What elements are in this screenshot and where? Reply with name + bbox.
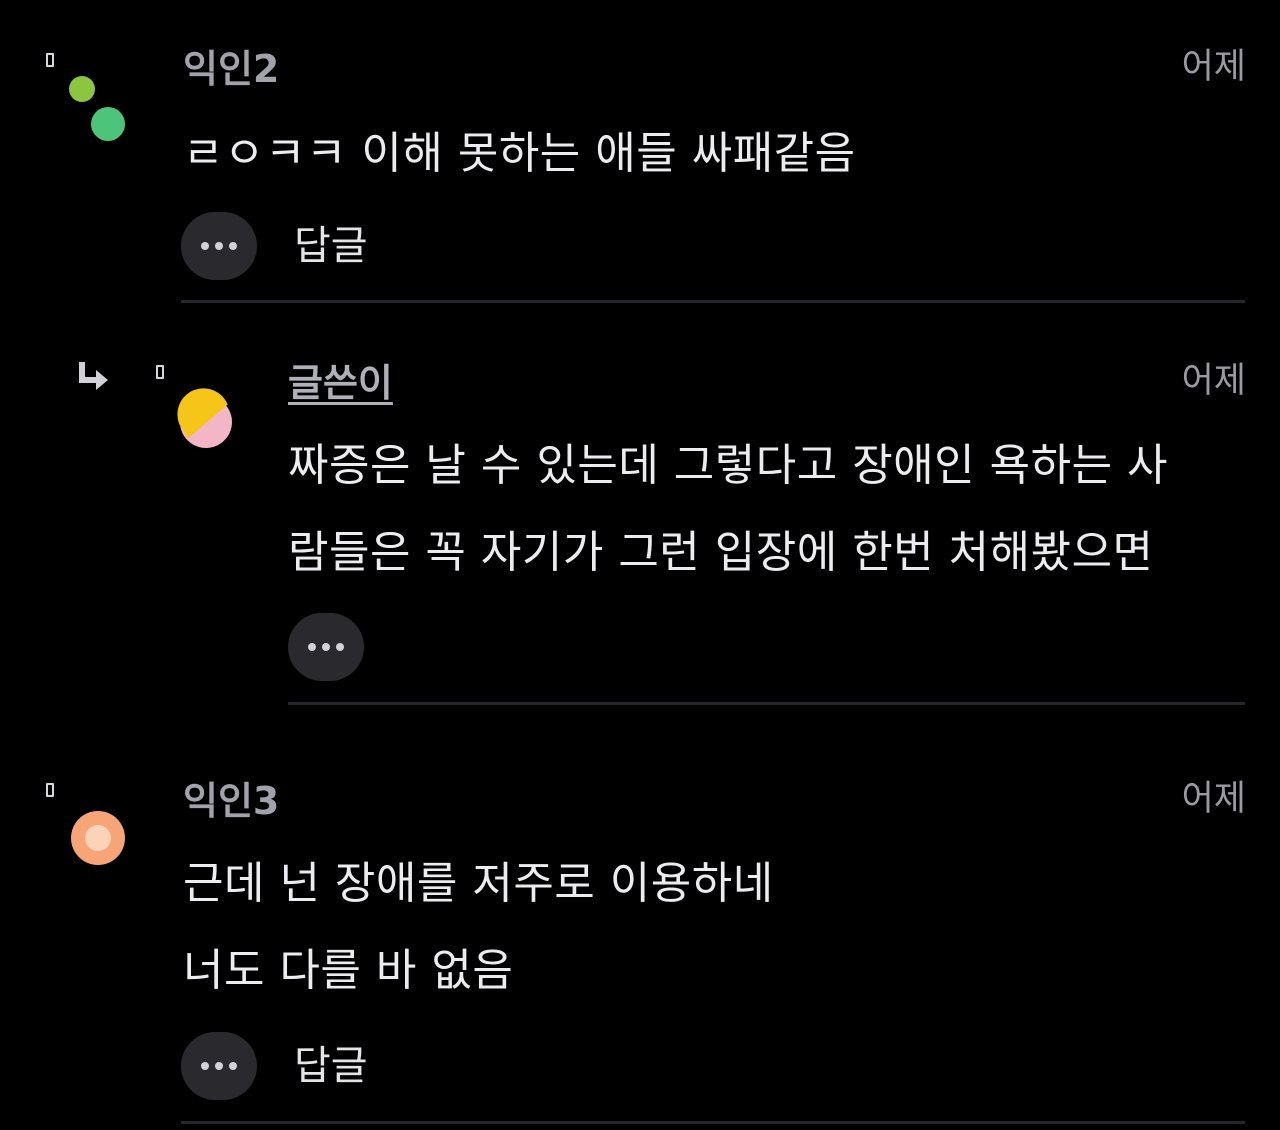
bookmark-marker-icon (46, 783, 54, 797)
reply-arrow-icon (79, 362, 108, 390)
divider (181, 300, 1245, 303)
avatar (69, 76, 125, 141)
reply-comment-item: 글쓴이 어제 짜증은 날 수 있는데 그렇다고 장애인 욕하는 사 람들은 꼭 … (0, 310, 1280, 710)
more-dots-icon (201, 242, 209, 250)
more-dots-icon (336, 643, 344, 651)
more-dots-icon (229, 242, 237, 250)
reply-button[interactable]: 답글 (294, 1041, 368, 1091)
comment-item: 익인3 어제 근데 넌 장애를 저주로 이용하네 너도 다를 바 없음 답글 (0, 710, 1280, 1130)
more-button[interactable] (181, 1032, 257, 1100)
reply-button[interactable]: 답글 (294, 221, 368, 271)
more-dots-icon (308, 643, 316, 651)
avatar (177, 388, 232, 448)
bookmark-marker-icon (156, 365, 164, 379)
more-dots-icon (229, 1062, 237, 1070)
comment-author[interactable]: 익인3 (183, 778, 279, 824)
bookmark-marker-icon (46, 53, 54, 67)
more-button[interactable] (181, 212, 257, 280)
more-button[interactable] (288, 613, 364, 681)
divider (181, 1121, 1245, 1124)
comment-body-line: 너도 다를 바 없음 (183, 945, 514, 996)
more-dots-icon (215, 242, 223, 250)
more-dots-icon (215, 1062, 223, 1070)
comment-item: 익인2 어제 ㄹㅇㅋㅋ 이해 못하는 애들 싸패같음 답글 (0, 0, 1280, 310)
comment-body-line: ㄹㅇㅋㅋ 이해 못하는 애들 싸패같음 (183, 128, 856, 179)
comment-author[interactable]: 글쓴이 (288, 360, 393, 406)
more-dots-icon (322, 643, 330, 651)
comment-time: 어제 (1181, 361, 1246, 401)
comment-time: 어제 (1181, 47, 1246, 87)
comment-body-line: 근데 넌 장애를 저주로 이용하네 (183, 858, 774, 909)
comment-author[interactable]: 익인2 (183, 46, 279, 92)
avatar (71, 811, 125, 865)
divider (288, 702, 1245, 705)
comment-body-line: 짜증은 날 수 있는데 그렇다고 장애인 욕하는 사 (288, 440, 1169, 491)
more-dots-icon (201, 1062, 209, 1070)
comment-body-line: 람들은 꼭 자기가 그런 입장에 한번 처해봤으면 (288, 527, 1154, 578)
comment-time: 어제 (1181, 779, 1246, 819)
